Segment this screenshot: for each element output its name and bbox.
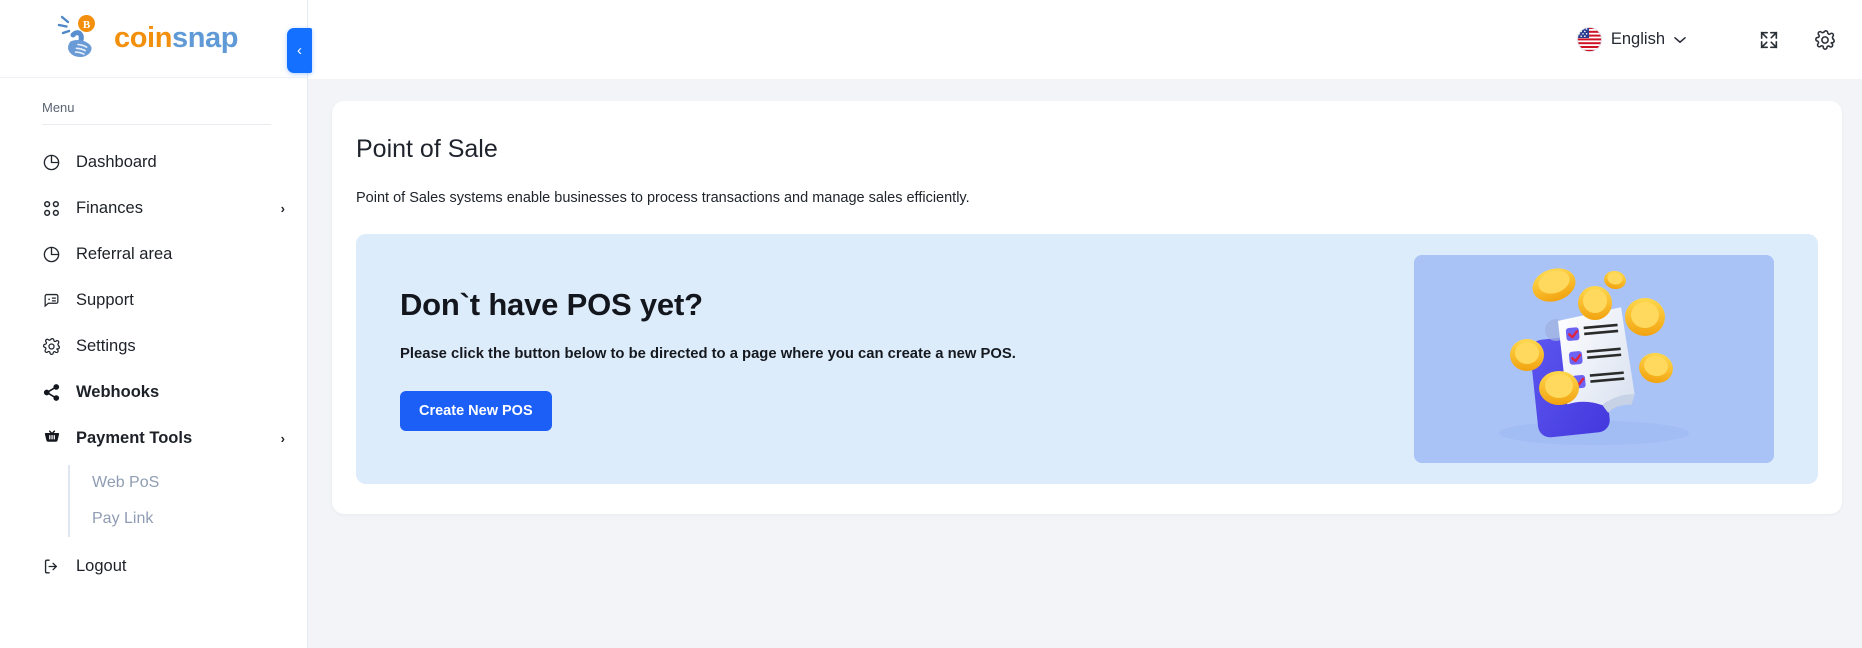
main-area: English Point of Sale Point of Sales sys… (308, 0, 1862, 648)
sidebar-item-label: Webhooks (76, 382, 160, 401)
menu-divider (42, 124, 271, 125)
sidebar-item-label: Payment Tools (76, 428, 193, 447)
logout-icon (42, 557, 68, 576)
create-new-pos-button[interactable]: Create New POS (400, 390, 552, 431)
brand-name-part2: snap (172, 22, 239, 54)
banner-text-block: Don`t have POS yet? Please click the but… (394, 287, 1016, 431)
sidebar-subitem-pay-link[interactable]: Pay Link (70, 501, 307, 537)
language-label: English (1610, 30, 1665, 48)
chevron-right-icon: › (280, 430, 285, 446)
basket-icon (42, 428, 68, 448)
sidebar-item-referral-area[interactable]: Referral area (0, 231, 307, 277)
language-selector[interactable]: English (1576, 27, 1686, 52)
app-root: B coinsnap Menu Dashboard Finances › Ref… (0, 0, 1862, 648)
us-flag-icon (1576, 27, 1602, 52)
point-of-sale-card: Point of Sale Point of Sales systems ena… (332, 101, 1842, 514)
menu-section-label: Menu (42, 100, 75, 115)
chevron-left-icon: ‹ (297, 42, 302, 59)
grid-squares-icon (42, 199, 68, 218)
sidebar-item-payment-tools[interactable]: Payment Tools › (0, 415, 307, 461)
brand-logo[interactable]: B coinsnap (0, 0, 307, 78)
submenu-guideline: Web PoS Pay Link (68, 465, 307, 537)
pie-chart-icon (42, 153, 68, 172)
banner-heading: Don`t have POS yet? (400, 287, 703, 323)
sidebar-item-dashboard[interactable]: Dashboard (0, 139, 307, 185)
no-pos-banner: Don`t have POS yet? Please click the but… (356, 234, 1818, 484)
svg-text:B: B (83, 19, 91, 31)
sidebar-subitem-web-pos[interactable]: Web PoS (70, 465, 307, 501)
sidebar-collapse-toggle[interactable]: ‹ (287, 28, 312, 73)
brand-name-part1: coin (114, 22, 173, 54)
sidebar-item-settings[interactable]: Settings (0, 323, 307, 369)
sidebar: B coinsnap Menu Dashboard Finances › Ref… (0, 0, 312, 648)
sidebar-item-finances[interactable]: Finances › (0, 185, 307, 231)
hand-flicking-bitcoin-coin-icon: B (56, 13, 112, 65)
sidebar-item-webhooks[interactable]: Webhooks (0, 369, 307, 415)
share-nodes-icon (42, 383, 68, 402)
sidebar-item-label: Settings (76, 336, 136, 355)
chevron-down-icon (1674, 33, 1686, 47)
gear-icon (42, 337, 68, 356)
pie-chart-icon (42, 245, 68, 264)
brand-name: coinsnap (114, 22, 239, 55)
payment-tools-submenu: Web PoS Pay Link (0, 465, 307, 537)
chevron-right-icon: › (280, 200, 285, 216)
page-description: Point of Sales systems enable businesses… (356, 190, 970, 206)
sidebar-item-label: Support (76, 290, 134, 309)
sidebar-item-label: Referral area (76, 244, 173, 263)
content-area: Point of Sale Point of Sales systems ena… (308, 79, 1862, 648)
sidebar-item-label: Finances (76, 198, 143, 217)
chat-bubble-icon (42, 291, 68, 310)
settings-gear-icon[interactable] (1814, 29, 1836, 51)
page-title: Point of Sale (356, 135, 498, 163)
sidebar-item-label: Dashboard (76, 152, 157, 171)
banner-paragraph: Please click the button below to be dire… (400, 346, 1016, 363)
sidebar-item-support[interactable]: Support (0, 277, 307, 323)
sidebar-item-label: Logout (76, 556, 127, 575)
receipt-checklist-with-coins-illustration (1414, 255, 1774, 463)
topbar: English (308, 0, 1862, 79)
sidebar-item-logout[interactable]: Logout (0, 543, 307, 589)
expand-fullscreen-icon[interactable] (1758, 29, 1780, 51)
